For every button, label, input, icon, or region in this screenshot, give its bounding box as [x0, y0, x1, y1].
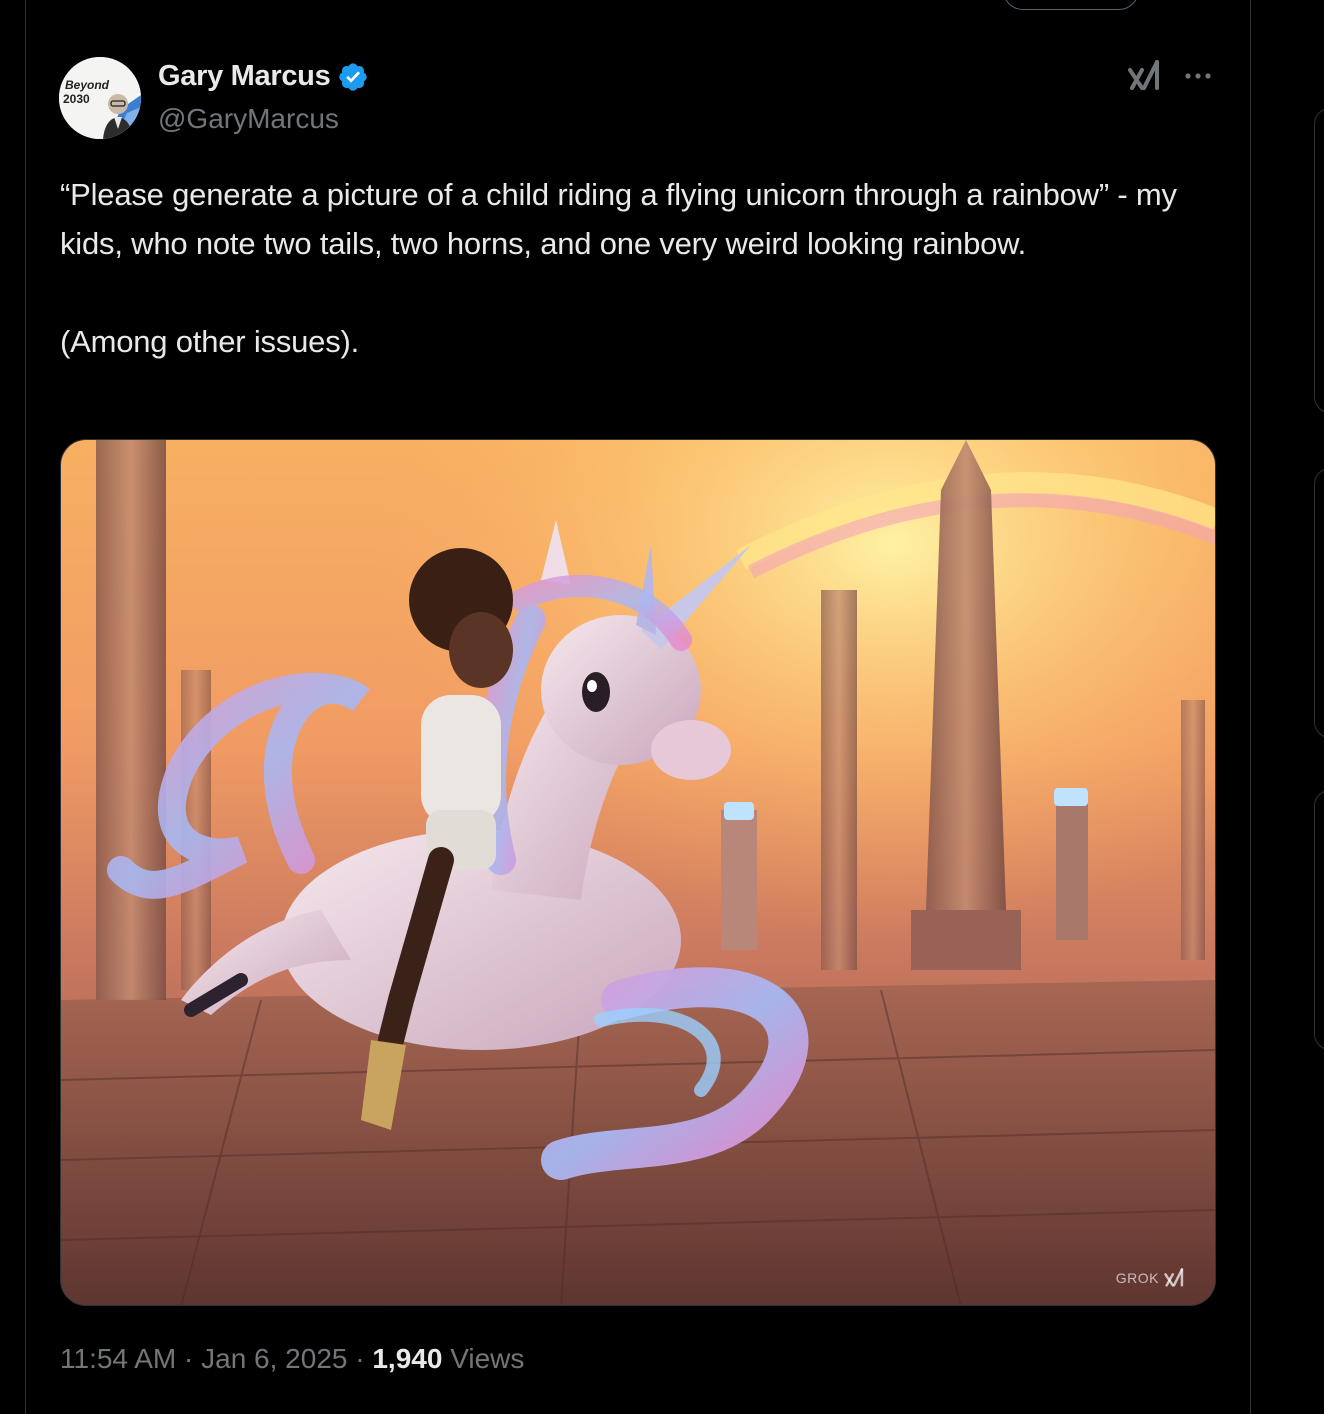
timeline-right-border — [1250, 0, 1251, 1414]
grok-watermark: GROK — [1116, 1267, 1185, 1289]
tweet-text: “Please generate a picture of a child ri… — [60, 170, 1210, 366]
author-avatar[interactable]: Beyond 2030 — [59, 57, 141, 139]
grok-icon[interactable] — [1126, 58, 1162, 94]
tweet-date[interactable]: Jan 6, 2025 — [201, 1343, 347, 1374]
tweet-text-paragraph: “Please generate a picture of a child ri… — [60, 177, 1177, 261]
views-count[interactable]: 1,940 — [372, 1343, 442, 1374]
verified-badge-icon[interactable] — [337, 61, 369, 93]
tweet-text-paragraph: (Among other issues). — [60, 324, 360, 359]
timeline-left-border — [25, 0, 26, 1414]
tweet-media-image[interactable]: GROK — [60, 439, 1216, 1306]
watermark-text: GROK — [1115, 1270, 1159, 1286]
views-label[interactable]: Views — [450, 1343, 524, 1374]
avatar-text-line1: Beyond — [65, 78, 110, 92]
sidebar-card — [1314, 468, 1324, 738]
grok-watermark-icon — [1164, 1268, 1184, 1287]
unicorn-illustration — [61, 440, 1215, 1305]
avatar-image: Beyond 2030 — [59, 57, 141, 139]
author-handle[interactable]: @GaryMarcus — [158, 103, 339, 135]
sidebar-card — [1314, 108, 1324, 413]
author-name-row[interactable]: Gary Marcus — [158, 60, 369, 93]
avatar-text-line2: 2030 — [63, 92, 90, 106]
tweet-time[interactable]: 11:54 AM — [60, 1343, 176, 1374]
more-icon[interactable] — [1181, 62, 1215, 90]
meta-separator: · — [184, 1343, 194, 1374]
tweet-metadata: 11:54 AM · Jan 6, 2025 · 1,940 Views — [60, 1343, 524, 1375]
sidebar-card — [1314, 790, 1324, 1050]
author-name[interactable]: Gary Marcus — [158, 60, 331, 93]
top-button-outline[interactable] — [1003, 0, 1139, 10]
meta-separator: · — [355, 1343, 365, 1374]
